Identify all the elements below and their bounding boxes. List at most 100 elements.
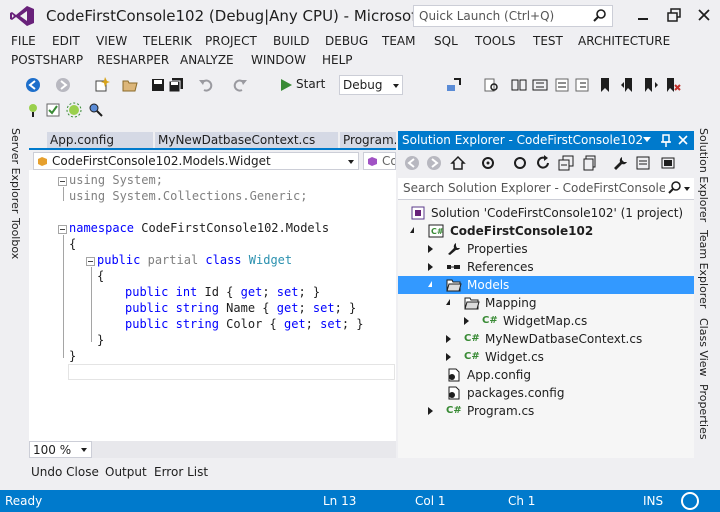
forward-icon[interactable] xyxy=(426,155,442,171)
save-icon[interactable] xyxy=(150,77,166,93)
expanded-arrow-icon[interactable] xyxy=(446,299,450,305)
toolbox-tab[interactable]: Toolbox xyxy=(9,218,22,259)
start-debugging-icon[interactable] xyxy=(278,77,294,93)
member-dropdown[interactable]: Co xyxy=(363,152,396,170)
next-bookmark-icon[interactable] xyxy=(643,77,659,93)
tab-app-config[interactable]: App.config xyxy=(47,132,153,148)
collapse-namespace-icon[interactable] xyxy=(58,225,67,234)
server-explorer-tab[interactable]: Server Explorer xyxy=(9,128,22,213)
collapsed-arrow-icon[interactable] xyxy=(428,245,433,253)
back-icon[interactable] xyxy=(404,155,420,171)
quick-launch-input[interactable]: Quick Launch (Ctrl+Q) xyxy=(413,5,613,27)
comment-icon[interactable] xyxy=(511,77,527,93)
menu-window[interactable]: WINDOW xyxy=(251,53,306,67)
collapsed-arrow-icon[interactable] xyxy=(446,335,451,343)
properties-wrench-icon[interactable] xyxy=(612,155,628,171)
resharper-icon[interactable] xyxy=(25,102,41,118)
tree-item-app-config[interactable]: App.config xyxy=(398,366,694,384)
clear-bookmarks-icon[interactable] xyxy=(665,77,681,93)
menu-help[interactable]: HELP xyxy=(322,53,353,67)
collapse-class-icon[interactable] xyxy=(86,257,95,266)
expanded-arrow-icon[interactable] xyxy=(428,281,432,287)
tree-item-widget[interactable]: C# Widget.cs xyxy=(398,348,694,366)
tree-item-mynewdatbasecontext[interactable]: C# MyNewDatbaseContext.cs xyxy=(398,330,694,348)
error-list-tab[interactable]: Error List xyxy=(154,465,208,479)
collapsed-arrow-icon[interactable] xyxy=(428,263,433,271)
tree-item-references[interactable]: References xyxy=(398,258,694,276)
tree-item-program[interactable]: C# Program.cs xyxy=(398,402,694,420)
menu-debug[interactable]: DEBUG xyxy=(325,34,368,48)
menu-analyze[interactable]: ANALYZE xyxy=(180,53,234,67)
restore-icon[interactable] xyxy=(667,8,681,22)
sync-icon[interactable] xyxy=(512,155,528,171)
tab-mynewdatbasecontext[interactable]: MyNewDatbaseContext.cs xyxy=(155,132,338,148)
coverage-icon[interactable] xyxy=(66,102,82,118)
back-icon[interactable] xyxy=(25,77,41,93)
pending-changes-icon[interactable] xyxy=(480,155,496,171)
menu-project[interactable]: PROJECT xyxy=(205,34,257,48)
save-all-icon[interactable] xyxy=(168,77,184,93)
tree-item-properties[interactable]: Properties xyxy=(398,240,694,258)
zoom-level-select[interactable]: 100 % xyxy=(29,441,92,458)
pin-icon[interactable] xyxy=(660,134,672,147)
uncomment-icon[interactable] xyxy=(532,77,548,93)
home-icon[interactable] xyxy=(450,155,466,171)
menu-tools[interactable]: TOOLS xyxy=(475,34,516,48)
view-code-icon[interactable] xyxy=(635,155,651,171)
menu-telerik[interactable]: TELERIK xyxy=(143,34,192,48)
menu-build[interactable]: BUILD xyxy=(273,34,309,48)
collapsed-arrow-icon[interactable] xyxy=(464,317,469,325)
collapsed-arrow-icon[interactable] xyxy=(428,407,433,415)
redo-icon[interactable] xyxy=(232,77,248,93)
menu-edit[interactable]: EDIT xyxy=(52,34,80,48)
menu-test[interactable]: TEST xyxy=(533,34,563,48)
code-editor[interactable]: using System; using System.Collections.G… xyxy=(29,170,396,441)
undo-icon[interactable] xyxy=(198,77,214,93)
start-button-label[interactable]: Start xyxy=(296,77,325,91)
menu-file[interactable]: FILE xyxy=(11,34,36,48)
notification-icon[interactable] xyxy=(681,492,699,510)
class-view-side-tab[interactable]: Class View xyxy=(697,318,710,377)
preview-icon[interactable] xyxy=(660,155,676,171)
properties-side-tab[interactable]: Properties xyxy=(697,384,710,440)
outdent-icon[interactable] xyxy=(554,77,570,93)
tab-program-cs[interactable]: Program.cs xyxy=(340,132,396,148)
tree-item-project[interactable]: C# CodeFirstConsole102 xyxy=(398,222,694,240)
class-dropdown[interactable]: CodeFirstConsole102.Models.Widget xyxy=(33,152,359,170)
solution-configuration-select[interactable]: Debug xyxy=(339,75,403,95)
indent-icon[interactable] xyxy=(574,77,590,93)
collapse-all-icon[interactable] xyxy=(558,155,574,171)
bookmark-icon[interactable] xyxy=(597,77,613,93)
unit-test-icon[interactable] xyxy=(45,102,61,118)
tree-item-models[interactable]: Models xyxy=(398,276,694,294)
menu-resharper[interactable]: RESHARPER xyxy=(97,53,169,67)
tree-item-mapping[interactable]: Mapping xyxy=(398,294,694,312)
tree-item-widgetmap[interactable]: C# WidgetMap.cs xyxy=(398,312,694,330)
menu-team[interactable]: TEAM xyxy=(382,34,415,48)
close-icon[interactable] xyxy=(697,8,711,22)
undo-close-tab[interactable]: Undo Close xyxy=(31,465,99,479)
menu-sql[interactable]: SQL xyxy=(434,34,458,48)
expanded-arrow-icon[interactable] xyxy=(410,227,414,233)
solution-explorer-side-tab[interactable]: Solution Explorer xyxy=(697,128,710,222)
open-file-icon[interactable] xyxy=(122,77,138,93)
new-project-icon[interactable] xyxy=(94,77,110,93)
output-tab[interactable]: Output xyxy=(105,465,147,479)
minimize-icon[interactable] xyxy=(636,8,650,22)
menu-architecture[interactable]: ARCHITECTURE xyxy=(578,34,670,48)
solution-explorer-search[interactable]: Search Solution Explorer - CodeFirstCons… xyxy=(398,178,694,200)
search-icon[interactable] xyxy=(668,181,682,195)
refresh-icon[interactable] xyxy=(535,155,551,171)
tree-item-solution[interactable]: Solution 'CodeFirstConsole102' (1 projec… xyxy=(398,204,694,222)
previous-bookmark-icon[interactable] xyxy=(620,77,636,93)
horizontal-scrollbar[interactable] xyxy=(92,441,396,458)
forward-icon[interactable] xyxy=(55,77,71,93)
search-icon[interactable] xyxy=(88,102,104,118)
show-all-files-icon[interactable] xyxy=(582,155,598,171)
team-explorer-side-tab[interactable]: Team Explorer xyxy=(697,230,710,308)
close-icon[interactable] xyxy=(678,135,688,145)
chevron-down-icon[interactable] xyxy=(684,187,690,191)
menu-view[interactable]: VIEW xyxy=(96,34,127,48)
dropdown-menu-icon[interactable] xyxy=(643,137,651,143)
menu-postsharp[interactable]: POSTSHARP xyxy=(11,53,83,67)
